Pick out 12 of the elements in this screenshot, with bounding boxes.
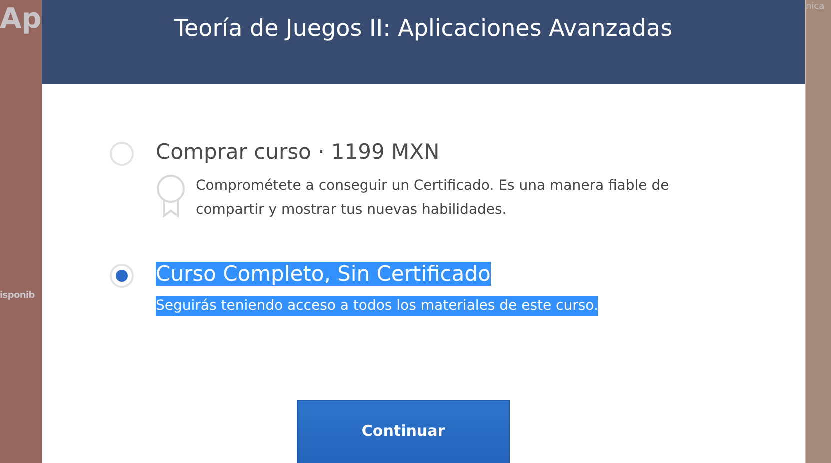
option-description: Seguirás teniendo acceso a todos los materiales de este curso. <box>156 296 598 316</box>
option-description: Comprométete a conseguir un Certificado. Es una manera fiable de compartir y mostrar tus nuevas habilidades. <box>196 177 670 220</box>
continue-button[interactable]: Continuar <box>297 400 510 463</box>
option-label: Curso Completo, Sin Certificado <box>156 262 491 286</box>
radio-button[interactable] <box>110 142 134 166</box>
option-label: Comprar curso · 1199 MXN <box>156 140 440 164</box>
background-text: isponib <box>0 291 35 301</box>
background-text: nica <box>806 2 825 12</box>
background-heading: Ap <box>0 2 42 35</box>
dialog-title: Teoría de Juegos II: Aplicaciones Avanzadas <box>174 16 673 42</box>
radio-button[interactable] <box>110 264 134 288</box>
certificate-icon <box>156 174 186 218</box>
